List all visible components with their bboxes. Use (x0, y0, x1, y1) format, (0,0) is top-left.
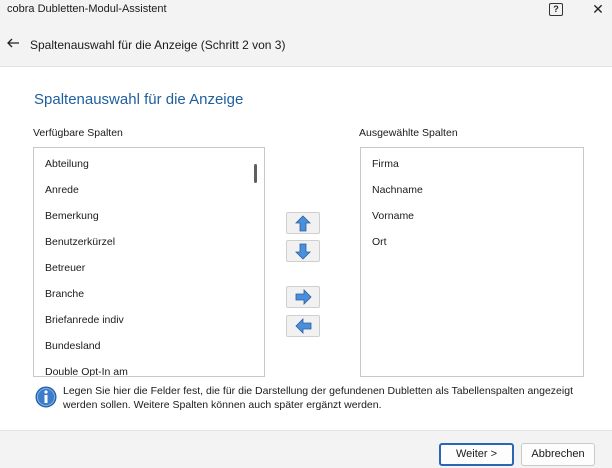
selected-columns-list[interactable]: Firma Nachname Vorname Ort (360, 147, 584, 377)
available-column-item[interactable]: Branche (34, 281, 264, 307)
info-icon (35, 386, 57, 408)
available-column-item[interactable]: Betreuer (34, 255, 264, 281)
selected-columns-label: Ausgewählte Spalten (359, 127, 458, 139)
title-bar: cobra Dubletten-Modul-Assistent ? ✕ (0, 0, 612, 22)
arrow-up-icon (295, 215, 311, 232)
info-text: Legen Sie hier die Felder fest, die für … (63, 385, 573, 411)
available-column-item[interactable]: Benutzerkürzel (34, 229, 264, 255)
add-column-button[interactable] (286, 286, 320, 308)
selected-column-item[interactable]: Ort (361, 229, 583, 255)
selected-column-item[interactable]: Firma (361, 151, 583, 177)
move-down-button[interactable] (286, 240, 320, 262)
arrow-down-icon (295, 243, 311, 260)
wizard-header: Spaltenauswahl für die Anzeige (Schritt … (0, 22, 612, 67)
page-heading: Spaltenauswahl für die Anzeige (34, 91, 244, 108)
move-up-button[interactable] (286, 212, 320, 234)
available-columns-list[interactable]: Abteilung Anrede Bemerkung Benutzerkürzel Be… (33, 147, 265, 377)
arrow-right-icon (295, 289, 312, 305)
available-column-item[interactable]: Abteilung (34, 151, 264, 177)
step-title: Spaltenauswahl für die Anzeige (Schritt … (30, 38, 286, 52)
available-column-item[interactable]: Anrede (34, 177, 264, 203)
close-button[interactable]: ✕ (590, 1, 606, 17)
selected-column-item[interactable]: Nachname (361, 177, 583, 203)
remove-column-button[interactable] (286, 315, 320, 337)
window-title: cobra Dubletten-Modul-Assistent (7, 3, 167, 15)
available-column-item[interactable]: Bemerkung (34, 203, 264, 229)
available-columns-label: Verfügbare Spalten (33, 127, 123, 139)
next-button[interactable]: Weiter > (439, 443, 514, 466)
available-column-item[interactable]: Double Opt-In am (34, 359, 264, 376)
available-column-item[interactable]: Bundesland (34, 333, 264, 359)
available-column-item[interactable]: Briefanrede indiv (34, 307, 264, 333)
back-arrow-icon[interactable] (6, 36, 20, 50)
scrollbar-thumb[interactable] (254, 164, 257, 183)
help-button[interactable]: ? (549, 3, 563, 16)
selected-column-item[interactable]: Vorname (361, 203, 583, 229)
cancel-button[interactable]: Abbrechen (521, 443, 595, 466)
arrow-left-icon (295, 318, 312, 334)
